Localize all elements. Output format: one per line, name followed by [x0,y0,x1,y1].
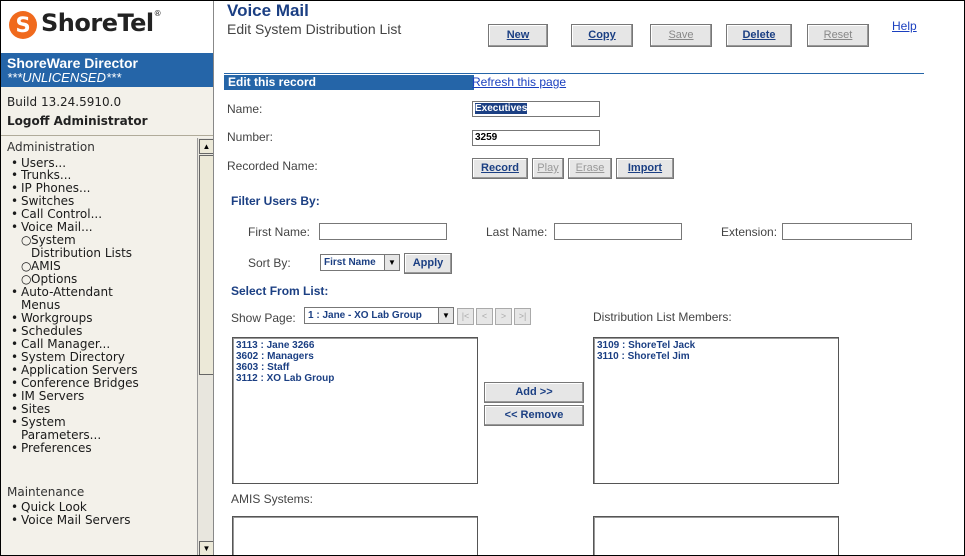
list-item[interactable]: 3113 : Jane 3266 [233,340,477,351]
amis-members-list[interactable] [593,516,839,555]
add-button[interactable]: Add >> [484,382,584,403]
delete-button[interactable]: Delete [726,24,792,47]
license-status: ***UNLICENSED*** [7,70,122,85]
last-name-input[interactable] [554,223,682,240]
page-title: Voice Mail [227,1,309,20]
play-button[interactable]: Play [532,158,564,179]
shoretel-logo-icon: S [9,11,37,39]
app-window: S ShoreTel® ShoreWare Director ***UNLICE… [0,0,965,556]
import-button[interactable]: Import [616,158,674,179]
edit-record-header: Edit this record [224,75,474,90]
select-heading: Select From List: [231,284,329,298]
save-button[interactable]: Save [650,24,712,47]
available-users-list[interactable]: 3113 : Jane 3266 3602 : Managers 3603 : … [232,337,478,484]
last-name-label: Last Name: [486,225,548,239]
show-page-select[interactable]: 1 : Jane - XO Lab Group ▼ [304,307,454,324]
show-page-label: Show Page: [231,311,296,325]
build-version: Build 13.24.5910.0 [7,95,122,109]
number-field[interactable]: 3259 [472,130,600,146]
amis-available-list[interactable] [232,516,478,555]
dropdown-arrow-icon: ▼ [438,308,453,323]
nav-divider [1,135,213,136]
page-subtitle: Edit System Distribution List [227,21,402,37]
distribution-members-list[interactable]: 3109 : ShoreTel Jack 3110 : ShoreTel Jim [593,337,839,484]
header-divider [224,73,924,74]
copy-button[interactable]: Copy [571,24,633,47]
list-item[interactable]: 3603 : Staff [233,362,477,373]
main-content: Voice Mail Edit System Distribution List… [214,1,964,555]
remove-button[interactable]: << Remove [484,405,584,426]
product-banner: ShoreWare Director ***UNLICENSED*** [1,53,213,87]
scrollbar-thumb[interactable] [199,155,213,375]
recorded-name-label: Recorded Name: [227,159,318,173]
nav-item-preferences[interactable]: • Preferences [11,442,92,455]
dropdown-arrow-icon: ▼ [384,255,399,270]
list-item[interactable]: 3109 : ShoreTel Jack [594,340,838,351]
name-label: Name: [227,102,263,116]
nav-item-voice-mail-servers[interactable]: • Voice Mail Servers [11,514,131,527]
first-name-input[interactable] [319,223,447,240]
reset-button[interactable]: Reset [807,24,869,47]
number-label: Number: [227,130,274,144]
nav-heading-administration: Administration [7,140,95,154]
trademark-mark: ® [153,9,162,18]
erase-button[interactable]: Erase [568,158,612,179]
name-field[interactable]: Executives [472,101,600,117]
prev-page-button[interactable]: < [476,308,493,325]
first-name-label: First Name: [248,225,311,239]
nav-heading-maintenance: Maintenance [7,485,85,499]
nav-menu: Administration • Users... • Trunks... • IP … [1,138,197,555]
list-item[interactable]: 3602 : Managers [233,351,477,362]
sort-by-select[interactable]: First Name ▼ [320,254,400,271]
new-button[interactable]: New [488,24,548,47]
logoff-link[interactable]: Logoff Administrator [7,114,148,128]
product-name: ShoreWare Director [7,55,138,71]
next-page-button[interactable]: > [495,308,512,325]
last-page-button[interactable]: >| [514,308,531,325]
sort-by-label: Sort By: [248,256,291,270]
amis-systems-label: AMIS Systems: [231,492,314,506]
filter-heading: Filter Users By: [231,194,320,208]
refresh-link[interactable]: Refresh this page [472,75,566,89]
scroll-up-arrow-icon[interactable]: ▲ [199,139,213,154]
left-navigation-frame: S ShoreTel® ShoreWare Director ***UNLICE… [1,1,214,555]
nav-scrollbar[interactable]: ▲ ▼ [197,138,213,555]
first-page-button[interactable]: |< [457,308,474,325]
extension-label: Extension: [721,225,778,239]
members-label: Distribution List Members: [593,310,732,324]
help-link[interactable]: Help [892,19,917,33]
scroll-down-arrow-icon[interactable]: ▼ [199,541,213,555]
apply-button[interactable]: Apply [404,253,452,274]
logo: S ShoreTel® [1,1,213,53]
list-item[interactable]: 3110 : ShoreTel Jim [594,351,838,362]
extension-input[interactable] [782,223,912,240]
logo-text: ShoreTel® [41,9,162,37]
record-button[interactable]: Record [472,158,528,179]
list-item[interactable]: 3112 : XO Lab Group [233,373,477,384]
